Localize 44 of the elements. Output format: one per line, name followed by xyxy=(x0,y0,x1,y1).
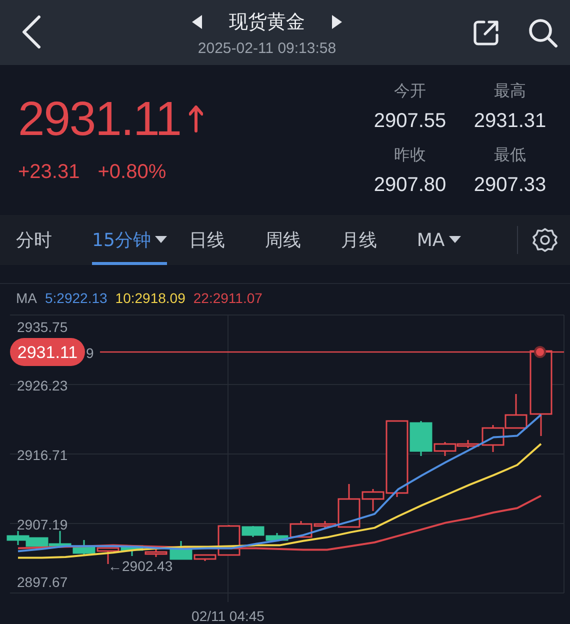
time-axis-label: 02/11 04:45 xyxy=(192,608,264,624)
back-icon[interactable] xyxy=(20,14,42,48)
candlestick xyxy=(6,531,30,545)
caret-icon xyxy=(448,236,461,244)
axis-label: 2897.67 xyxy=(17,574,68,590)
stat-label: 今开 xyxy=(394,81,426,102)
low-price-label: ←2902.43 xyxy=(108,558,173,574)
axis-label: 2926.23 xyxy=(17,378,68,394)
timestamp: 2025-02-11 09:13:58 xyxy=(198,40,336,56)
axis-label: 2916.71 xyxy=(17,447,68,463)
settings-icon[interactable] xyxy=(532,227,558,253)
stat-label: 最高 xyxy=(494,81,526,102)
last-price: 2931.11 xyxy=(18,95,181,145)
axis-label: 2935.75 xyxy=(17,319,68,335)
stat-value: 2931.31 xyxy=(474,109,546,134)
stat-value: 2907.80 xyxy=(374,173,446,198)
previous-icon[interactable] xyxy=(192,14,203,28)
stat-label: 最低 xyxy=(494,145,526,166)
legend-value: 5:2922.13 xyxy=(45,290,108,308)
share-icon[interactable] xyxy=(472,18,500,46)
axis-label: 2907.19 xyxy=(17,516,68,532)
percent-change: +0.80% xyxy=(98,161,166,184)
period-tab[interactable]: MA xyxy=(416,215,461,265)
period-tab[interactable]: 日线 xyxy=(188,215,225,265)
caret-icon xyxy=(154,236,167,244)
legend-value: 22:2911.07 xyxy=(193,290,262,308)
period-tab[interactable]: 周线 xyxy=(264,215,301,265)
legend-label: MA xyxy=(16,290,37,308)
axis-label: 9 xyxy=(86,345,94,361)
stat-value: 2907.33 xyxy=(474,173,546,198)
search-icon[interactable] xyxy=(528,18,558,48)
stat-value: 2907.55 xyxy=(374,109,446,134)
legend-value: 10:2918.09 xyxy=(115,290,186,308)
candlestick xyxy=(504,394,528,429)
candlestick xyxy=(482,425,504,452)
price-change: +23.31 xyxy=(18,161,80,184)
candlestick xyxy=(72,540,96,556)
period-tab[interactable]: 分时 xyxy=(16,215,52,265)
price-badge: 2931.11 xyxy=(10,338,85,366)
period-tab[interactable]: 月线 xyxy=(340,215,377,265)
page-title: 现货黄金 xyxy=(229,10,305,34)
next-icon[interactable] xyxy=(331,14,342,28)
period-tab[interactable]: 15分钟 xyxy=(92,215,167,265)
stat-label: 昨收 xyxy=(394,145,426,166)
